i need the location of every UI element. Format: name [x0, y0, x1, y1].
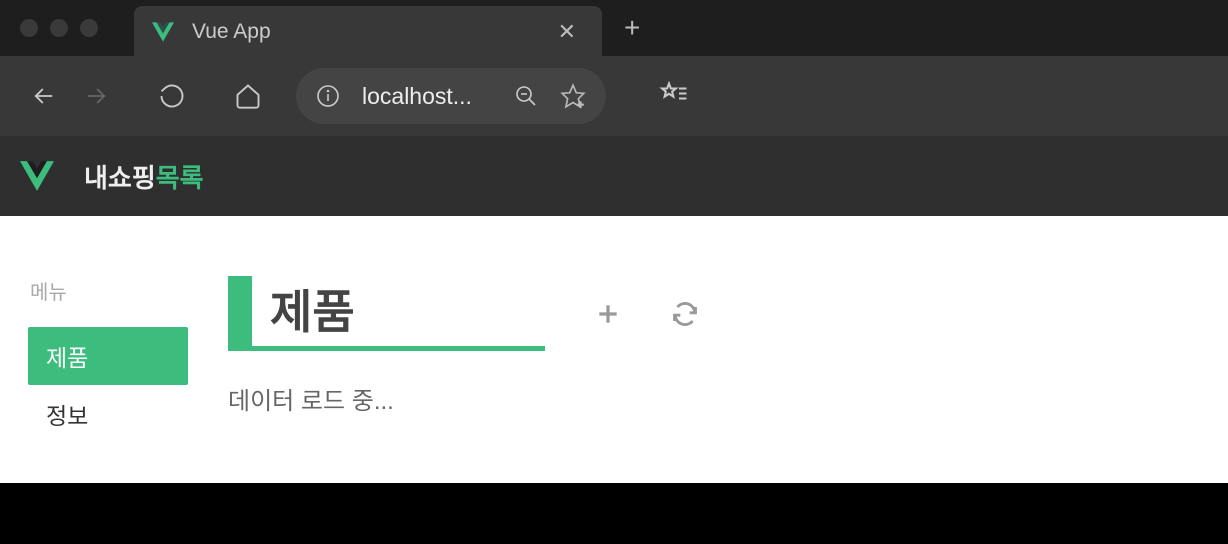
browser-nav-bar: localhost...	[0, 56, 1228, 136]
add-favorite-icon[interactable]	[560, 83, 586, 109]
browser-tab[interactable]: Vue App ✕	[134, 6, 602, 58]
home-button[interactable]	[224, 72, 272, 120]
app-title-part1: 내쇼핑	[84, 163, 156, 193]
app-title-part2: 목록	[156, 163, 204, 193]
window-close[interactable]	[20, 19, 38, 37]
favorites-button[interactable]	[650, 72, 698, 120]
vue-logo-icon	[20, 161, 54, 191]
browser-tab-bar: Vue App ✕ +	[0, 0, 1228, 56]
page-title-wrap: 제품	[228, 276, 545, 351]
tab-close-icon[interactable]: ✕	[552, 17, 582, 47]
window-maximize[interactable]	[80, 19, 98, 37]
back-button[interactable]	[20, 72, 68, 120]
address-text: localhost...	[362, 83, 492, 110]
main-content: 제품 데이터 로드 중...	[228, 276, 1200, 443]
tab-title: Vue App	[192, 20, 552, 44]
window-controls	[20, 19, 98, 37]
app-title: 내쇼핑목록	[84, 158, 204, 195]
app-header: 내쇼핑목록	[0, 136, 1228, 216]
vue-favicon-icon	[152, 22, 174, 42]
zoom-out-icon[interactable]	[514, 84, 538, 108]
sidebar-item-products[interactable]: 제품	[28, 327, 188, 385]
info-icon[interactable]	[316, 84, 340, 108]
page-title: 제품	[270, 276, 355, 346]
add-button[interactable]	[595, 301, 621, 327]
title-accent	[228, 276, 252, 346]
reload-button[interactable]	[671, 300, 699, 328]
forward-button[interactable]	[72, 72, 120, 120]
loading-text: 데이터 로드 중...	[228, 381, 1200, 416]
new-tab-button[interactable]: +	[624, 12, 640, 44]
sidebar-label: 메뉴	[28, 276, 188, 305]
sidebar-item-info[interactable]: 정보	[28, 385, 188, 443]
window-minimize[interactable]	[50, 19, 68, 37]
address-bar[interactable]: localhost...	[296, 68, 606, 124]
sidebar: 메뉴 제품 정보	[28, 276, 188, 443]
refresh-button[interactable]	[148, 72, 196, 120]
